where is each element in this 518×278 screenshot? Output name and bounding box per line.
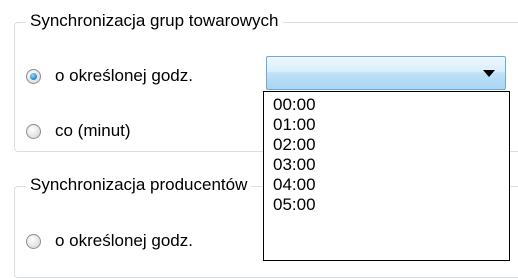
time-dropdown-list[interactable]: 00:00 01:00 02:00 03:00 04:00 05:00 [263,91,510,261]
radio-button-checked[interactable] [26,68,41,84]
radio-interval-minutes[interactable]: co (minut) [26,121,131,141]
groupbox-producers-title: Synchronizacja producentów [26,175,252,195]
time-select-combobox[interactable] [266,56,506,90]
radio-button-unchecked[interactable] [26,233,41,249]
radio-producers-specific-time-label[interactable]: o określonej godz. [55,231,193,251]
radio-producers-specific-time[interactable]: o określonej godz. [26,231,193,251]
dropdown-option[interactable]: 04:00 [273,175,316,194]
radio-button-unchecked[interactable] [26,123,41,139]
radio-specific-time-label[interactable]: o określonej godz. [55,66,193,86]
radio-interval-minutes-label[interactable]: co (minut) [55,121,131,141]
dropdown-option[interactable]: 01:00 [273,115,316,134]
groupbox-product-groups-title: Synchronizacja grup towarowych [26,11,283,31]
radio-specific-time[interactable]: o określonej godz. [26,66,193,86]
chevron-down-icon[interactable] [483,70,495,77]
dropdown-option[interactable]: 00:00 [273,95,316,114]
dropdown-option[interactable]: 02:00 [273,135,316,154]
dropdown-option[interactable]: 03:00 [273,155,316,174]
dropdown-option[interactable]: 05:00 [273,195,316,214]
